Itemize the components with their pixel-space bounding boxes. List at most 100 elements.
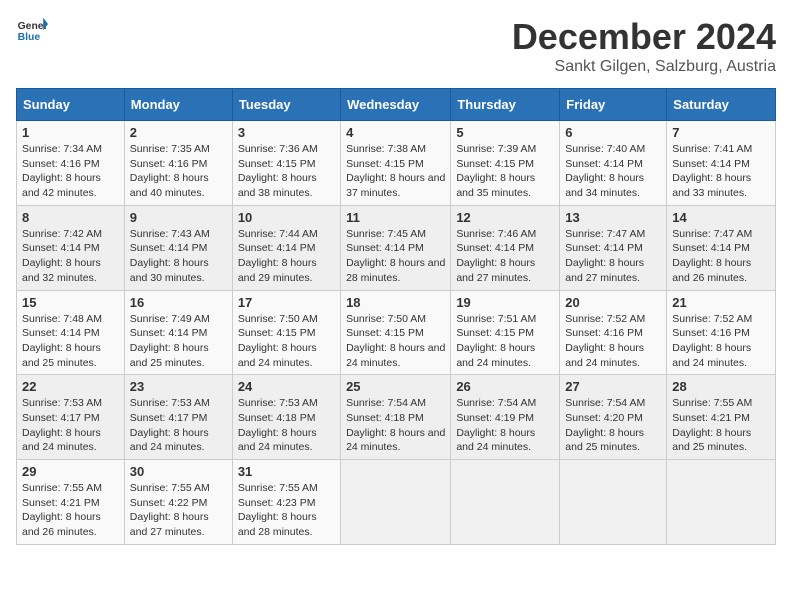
day-number: 18 [346,295,445,310]
day-detail: Sunrise: 7:47 AMSunset: 4:14 PMDaylight:… [565,227,661,286]
weekday-header-tuesday: Tuesday [232,89,340,121]
day-detail: Sunrise: 7:53 AMSunset: 4:17 PMDaylight:… [130,396,227,455]
day-number: 12 [456,210,554,225]
day-number: 2 [130,125,227,140]
day-number: 3 [238,125,335,140]
calendar-cell: 17 Sunrise: 7:50 AMSunset: 4:15 PMDayligh… [232,290,340,375]
day-number: 8 [22,210,119,225]
weekday-header-wednesday: Wednesday [341,89,451,121]
day-number: 31 [238,464,335,479]
day-number: 17 [238,295,335,310]
calendar-cell: 29Sunrise: 7:55 AMSunset: 4:21 PMDayligh… [17,460,125,545]
calendar-cell: 16 Sunrise: 7:49 AMSunset: 4:14 PMDayligh… [124,290,232,375]
calendar-cell: 13 Sunrise: 7:47 AMSunset: 4:14 PMDayligh… [560,205,667,290]
day-number: 6 [565,125,661,140]
calendar-cell: 23Sunrise: 7:53 AMSunset: 4:17 PMDayligh… [124,375,232,460]
page-header: General Blue December 2024 Sankt Gilgen,… [16,16,776,76]
title-section: December 2024 Sankt Gilgen, Salzburg, Au… [512,16,776,76]
calendar-cell: 1 Sunrise: 7:34 AMSunset: 4:16 PMDaylight… [17,121,125,206]
day-detail: Sunrise: 7:54 AMSunset: 4:20 PMDaylight:… [565,396,661,455]
calendar-cell: 18 Sunrise: 7:50 AMSunset: 4:15 PMDayligh… [341,290,451,375]
calendar-cell: 12 Sunrise: 7:46 AMSunset: 4:14 PMDayligh… [451,205,560,290]
day-detail: Sunrise: 7:53 AMSunset: 4:17 PMDaylight:… [22,396,119,455]
day-detail: Sunrise: 7:50 AMSunset: 4:15 PMDaylight:… [238,312,335,371]
calendar-week-row: 8 Sunrise: 7:42 AMSunset: 4:14 PMDaylight… [17,205,776,290]
calendar-cell: 11Sunrise: 7:45 AMSunset: 4:14 PMDayligh… [341,205,451,290]
day-detail: Sunrise: 7:35 AMSunset: 4:16 PMDaylight:… [130,142,227,201]
day-number: 25 [346,379,445,394]
calendar-header-row: SundayMondayTuesdayWednesdayThursdayFrid… [17,89,776,121]
calendar-cell: 5 Sunrise: 7:39 AMSunset: 4:15 PMDaylight… [451,121,560,206]
day-number: 19 [456,295,554,310]
weekday-header-thursday: Thursday [451,89,560,121]
day-detail: Sunrise: 7:46 AMSunset: 4:14 PMDaylight:… [456,227,554,286]
calendar-cell: 15Sunrise: 7:48 AMSunset: 4:14 PMDayligh… [17,290,125,375]
day-detail: Sunrise: 7:53 AMSunset: 4:18 PMDaylight:… [238,396,335,455]
day-detail: Sunrise: 7:49 AMSunset: 4:14 PMDaylight:… [130,312,227,371]
calendar-week-row: 1 Sunrise: 7:34 AMSunset: 4:16 PMDaylight… [17,121,776,206]
day-detail: Sunrise: 7:54 AMSunset: 4:19 PMDaylight:… [456,396,554,455]
weekday-header-monday: Monday [124,89,232,121]
calendar-cell: 9 Sunrise: 7:43 AMSunset: 4:14 PMDaylight… [124,205,232,290]
day-number: 5 [456,125,554,140]
calendar-cell: 26 Sunrise: 7:54 AMSunset: 4:19 PMDayligh… [451,375,560,460]
day-number: 11 [346,210,445,225]
calendar-cell: 4 Sunrise: 7:38 AMSunset: 4:15 PMDaylight… [341,121,451,206]
day-number: 14 [672,210,770,225]
day-detail: Sunrise: 7:55 AMSunset: 4:21 PMDaylight:… [672,396,770,455]
day-detail: Sunrise: 7:52 AMSunset: 4:16 PMDaylight:… [565,312,661,371]
calendar-cell: 10Sunrise: 7:44 AMSunset: 4:14 PMDayligh… [232,205,340,290]
day-detail: Sunrise: 7:39 AMSunset: 4:15 PMDaylight:… [456,142,554,201]
day-number: 13 [565,210,661,225]
day-number: 9 [130,210,227,225]
calendar-cell: 22 Sunrise: 7:53 AMSunset: 4:17 PMDayligh… [17,375,125,460]
calendar-cell: 20 Sunrise: 7:52 AMSunset: 4:16 PMDayligh… [560,290,667,375]
day-number: 27 [565,379,661,394]
calendar-cell [341,460,451,545]
day-detail: Sunrise: 7:38 AMSunset: 4:15 PMDaylight:… [346,142,445,201]
calendar-cell: 28 Sunrise: 7:55 AMSunset: 4:21 PMDayligh… [667,375,776,460]
weekday-header-sunday: Sunday [17,89,125,121]
day-detail: Sunrise: 7:40 AMSunset: 4:14 PMDaylight:… [565,142,661,201]
calendar-cell: 30Sunrise: 7:55 AMSunset: 4:22 PMDayligh… [124,460,232,545]
day-number: 24 [238,379,335,394]
day-detail: Sunrise: 7:42 AMSunset: 4:14 PMDaylight:… [22,227,119,286]
day-number: 1 [22,125,119,140]
day-detail: Sunrise: 7:44 AMSunset: 4:14 PMDaylight:… [238,227,335,286]
day-detail: Sunrise: 7:47 AMSunset: 4:14 PMDaylight:… [672,227,770,286]
calendar-cell: 24 Sunrise: 7:53 AMSunset: 4:18 PMDayligh… [232,375,340,460]
calendar-cell: 19Sunrise: 7:51 AMSunset: 4:15 PMDayligh… [451,290,560,375]
day-detail: Sunrise: 7:50 AMSunset: 4:15 PMDaylight:… [346,312,445,371]
calendar-cell: 8 Sunrise: 7:42 AMSunset: 4:14 PMDaylight… [17,205,125,290]
day-detail: Sunrise: 7:52 AMSunset: 4:16 PMDaylight:… [672,312,770,371]
day-number: 21 [672,295,770,310]
calendar-cell: 31 Sunrise: 7:55 AMSunset: 4:23 PMDayligh… [232,460,340,545]
day-detail: Sunrise: 7:43 AMSunset: 4:14 PMDaylight:… [130,227,227,286]
calendar-cell: 7 Sunrise: 7:41 AMSunset: 4:14 PMDaylight… [667,121,776,206]
calendar-cell [451,460,560,545]
day-number: 26 [456,379,554,394]
day-detail: Sunrise: 7:41 AMSunset: 4:14 PMDaylight:… [672,142,770,201]
logo: General Blue [16,16,48,44]
calendar-week-row: 15Sunrise: 7:48 AMSunset: 4:14 PMDayligh… [17,290,776,375]
page-title: December 2024 [512,16,776,58]
calendar-cell [667,460,776,545]
calendar-cell: 27 Sunrise: 7:54 AMSunset: 4:20 PMDayligh… [560,375,667,460]
calendar-week-row: 29Sunrise: 7:55 AMSunset: 4:21 PMDayligh… [17,460,776,545]
day-number: 28 [672,379,770,394]
day-number: 16 [130,295,227,310]
day-number: 4 [346,125,445,140]
day-number: 7 [672,125,770,140]
day-number: 20 [565,295,661,310]
day-detail: Sunrise: 7:55 AMSunset: 4:23 PMDaylight:… [238,481,335,540]
day-number: 30 [130,464,227,479]
weekday-header-saturday: Saturday [667,89,776,121]
calendar-cell: 3Sunrise: 7:36 AMSunset: 4:15 PMDaylight… [232,121,340,206]
calendar-cell: 2 Sunrise: 7:35 AMSunset: 4:16 PMDaylight… [124,121,232,206]
weekday-header-friday: Friday [560,89,667,121]
day-detail: Sunrise: 7:34 AMSunset: 4:16 PMDaylight:… [22,142,119,201]
day-number: 22 [22,379,119,394]
page-subtitle: Sankt Gilgen, Salzburg, Austria [512,58,776,76]
logo-icon: General Blue [16,16,48,44]
day-number: 15 [22,295,119,310]
